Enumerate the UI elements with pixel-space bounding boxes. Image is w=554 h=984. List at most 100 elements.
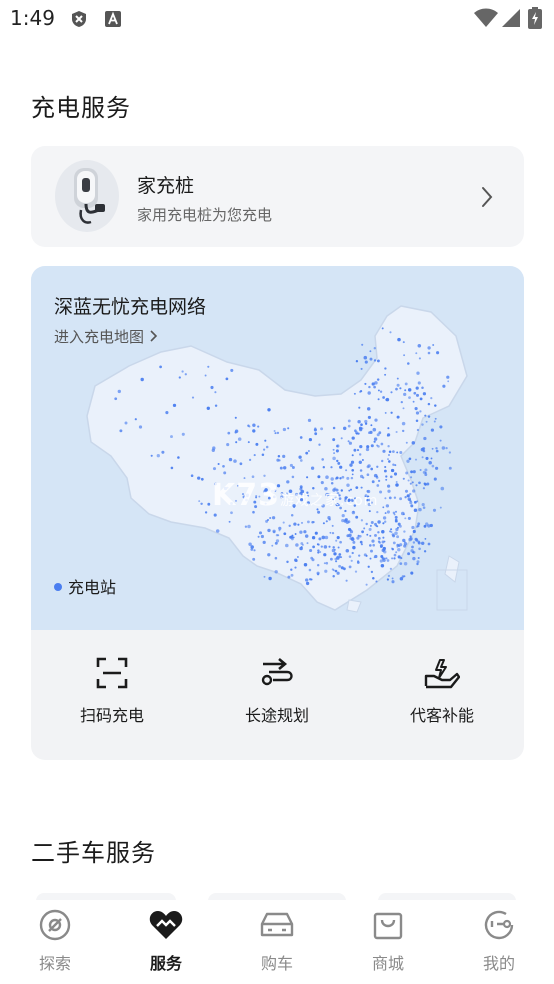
charging-station-dot: [260, 534, 264, 539]
charging-station-dot: [410, 476, 413, 479]
charging-station-dot: [330, 557, 333, 561]
charging-station-dot: [410, 470, 414, 474]
tab-profile[interactable]: 我的: [464, 908, 534, 974]
charging-station-dot: [360, 519, 364, 522]
charging-station-dot: [305, 581, 310, 586]
charging-station-dot: [359, 540, 363, 544]
valet-charge-button[interactable]: 代客补能: [377, 656, 507, 736]
charging-station-dot: [413, 391, 417, 395]
charging-station-dot: [412, 556, 416, 561]
charging-station-dot: [412, 550, 416, 554]
charging-station-dot: [364, 419, 368, 424]
charging-map[interactable]: 深蓝无忧充电网络 进入充电地图 充电站: [31, 266, 524, 630]
home-charger-card[interactable]: 家充桩 家用充电桩为您充电: [31, 146, 524, 247]
charging-station-dot: [277, 454, 281, 458]
charging-station-dot: [359, 444, 363, 449]
charging-station-dot: [401, 421, 406, 426]
charging-station-dot: [310, 466, 315, 470]
charging-station-dot: [415, 386, 419, 390]
route-plan-button[interactable]: 长途规划: [212, 656, 342, 736]
charging-station-dot: [222, 464, 225, 468]
tab-service[interactable]: 服务: [131, 908, 201, 974]
charging-station-dot: [317, 543, 320, 546]
charging-station-dot: [336, 555, 340, 559]
charging-station-dot: [374, 554, 378, 559]
charging-station-dot: [417, 344, 422, 348]
charging-station-dot: [363, 355, 368, 360]
charging-station-dot: [287, 427, 290, 430]
charging-station-dot: [383, 550, 387, 554]
charging-station-dot: [392, 463, 395, 466]
charging-station-dot: [303, 562, 308, 567]
charging-station-dot: [322, 466, 325, 469]
charging-station-dot: [425, 420, 428, 423]
charging-station-dot: [275, 534, 279, 537]
charging-station-dot: [420, 541, 425, 546]
charging-station-dot: [329, 531, 332, 534]
charging-station-dot: [387, 460, 391, 463]
tab-explore[interactable]: 探索: [20, 908, 90, 974]
charging-station-dot: [341, 514, 345, 518]
charging-station-dot: [228, 520, 231, 523]
charging-station-dot: [358, 453, 362, 456]
charging-station-dot: [332, 575, 335, 578]
charging-station-dot: [390, 468, 395, 473]
charging-station-dot: [337, 546, 340, 549]
charging-station-dot: [377, 398, 380, 401]
charging-station-dot: [387, 427, 390, 430]
charging-station-dot: [352, 545, 356, 550]
charging-station-dot: [383, 469, 387, 473]
charging-station-dot: [375, 524, 378, 527]
charging-station-dot: [331, 531, 335, 535]
charging-station-dot: [431, 464, 435, 468]
charging-station-dot: [313, 428, 317, 432]
charging-station-dot: [358, 460, 362, 464]
charging-station-dot: [265, 519, 269, 523]
charging-station-dot: [415, 352, 418, 355]
charging-station-dot: [190, 474, 194, 477]
charging-station-dot: [436, 351, 440, 355]
charging-station-dot: [283, 532, 287, 536]
charging-station-dot: [215, 529, 220, 533]
charging-station-dot: [320, 545, 323, 548]
charging-station-dot: [331, 568, 334, 571]
charging-station-dot: [430, 428, 435, 432]
charging-station-dot: [418, 507, 422, 512]
charging-station-dot: [207, 502, 211, 506]
bottom-tab-bar: 探索 服务 购车 商城 我的: [0, 900, 554, 984]
charging-station-dot: [433, 420, 436, 423]
charging-station-dot: [412, 489, 416, 493]
charging-station-dot: [386, 434, 389, 437]
charging-station-dot: [310, 578, 313, 581]
charging-station-dot: [333, 552, 337, 556]
charging-station-dot: [334, 569, 338, 573]
charging-station-dot: [419, 410, 422, 413]
charging-station-dot: [282, 427, 287, 432]
enter-map-link[interactable]: 进入充电地图: [54, 326, 159, 347]
charging-station-dot: [350, 559, 353, 562]
charging-station-dot: [397, 337, 401, 342]
charging-station-dot: [367, 391, 371, 395]
charging-station-dot: [371, 382, 375, 386]
charging-station-dot: [396, 377, 399, 380]
charging-station-dot: [382, 558, 386, 562]
charging-station-dot: [402, 538, 406, 543]
charging-station-dot: [274, 432, 277, 435]
charging-station-dot: [250, 548, 254, 551]
charging-station-dot: [370, 521, 374, 524]
charging-station-dot: [377, 389, 380, 392]
service-icon: [131, 908, 201, 942]
charging-station-dot: [393, 553, 397, 557]
charging-station-dot: [368, 527, 372, 531]
scan-charge-button[interactable]: 扫码充电: [47, 656, 177, 736]
charging-station-dot: [382, 449, 386, 453]
charging-station-dot: [263, 448, 266, 451]
charging-station-dot: [369, 557, 372, 560]
charging-station-dot: [317, 551, 320, 554]
charging-station-dot: [418, 357, 421, 360]
charging-station-dot: [223, 471, 227, 475]
charging-station-dot: [387, 484, 391, 488]
tab-buy-car[interactable]: 购车: [242, 908, 312, 974]
charging-station-dot: [418, 481, 421, 485]
tab-shop[interactable]: 商城: [353, 908, 423, 974]
